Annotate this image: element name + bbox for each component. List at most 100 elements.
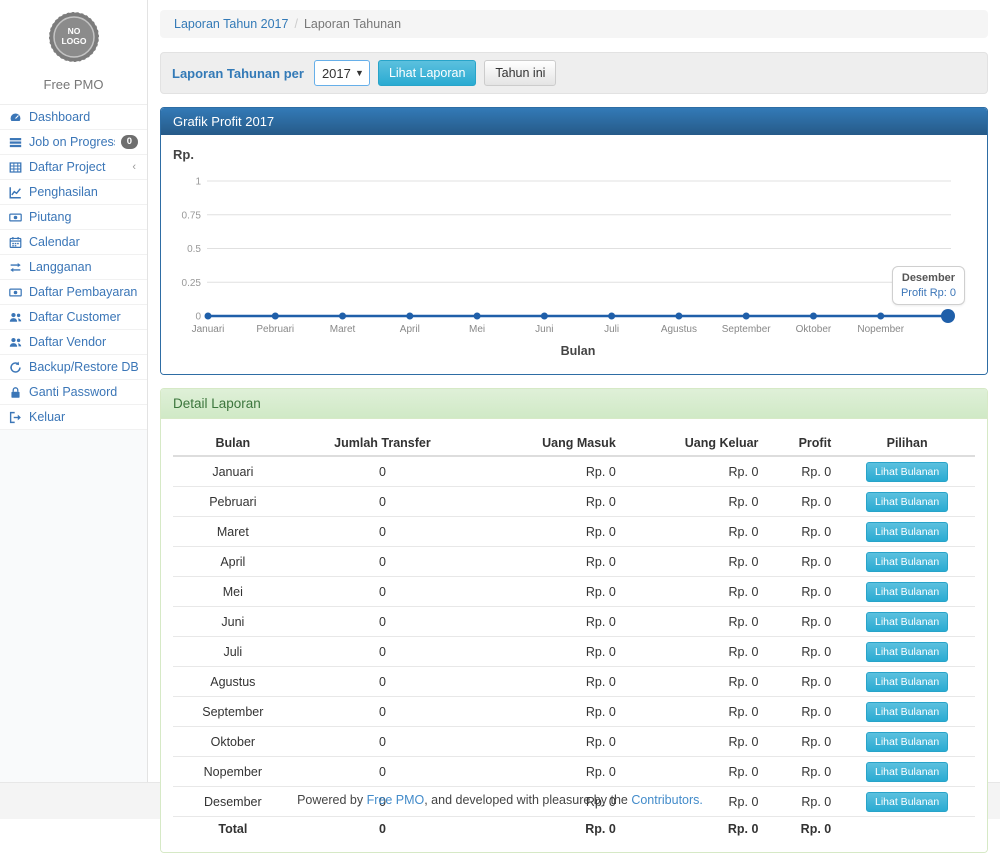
table-cell: Rp. 0: [766, 487, 839, 517]
sidebar-item-label: Backup/Restore DB: [29, 360, 138, 374]
lihat-bulanan-button[interactable]: Lihat Bulanan: [866, 552, 948, 572]
table-cell: Rp. 0: [766, 667, 839, 697]
svg-text:0: 0: [195, 312, 201, 323]
monthly-report-table: BulanJumlah TransferUang MasukUang Kelua…: [173, 431, 975, 840]
table-cell: Rp. 0: [766, 456, 839, 487]
svg-text:September: September: [722, 324, 772, 335]
sidebar-item-keluar[interactable]: Keluar: [0, 405, 147, 430]
lihat-bulanan-button[interactable]: Lihat Bulanan: [866, 792, 948, 812]
table-row-september: September0Rp. 0Rp. 0Rp. 0Lihat Bulanan: [173, 697, 975, 727]
lihat-bulanan-button[interactable]: Lihat Bulanan: [866, 582, 948, 602]
table-cell: Rp. 0: [472, 607, 624, 637]
sidebar-item-langganan[interactable]: Langganan: [0, 255, 147, 280]
app-window: NO LOGO Free PMO DashboardJob on Progres…: [0, 0, 1000, 782]
count-badge: 0: [121, 135, 138, 149]
table-row-agustus: Agustus0Rp. 0Rp. 0Rp. 0Lihat Bulanan: [173, 667, 975, 697]
year-select[interactable]: 2017 ▼: [314, 60, 370, 86]
report-filter-bar: Laporan Tahunan per 2017 ▼ Lihat Laporan…: [160, 52, 988, 94]
dashboard-icon: [9, 110, 23, 124]
sidebar-item-label: Calendar: [29, 235, 138, 249]
sidebar-item-job-on-progress[interactable]: Job on Progress0: [0, 130, 147, 155]
sidebar-item-calendar[interactable]: Calendar: [0, 230, 147, 255]
footer-text-middle: , and developed with pleasure by the: [424, 793, 631, 807]
table-cell: Rp. 0: [766, 637, 839, 667]
lihat-bulanan-button[interactable]: Lihat Bulanan: [866, 612, 948, 632]
sidebar-item-penghasilan[interactable]: Penghasilan: [0, 180, 147, 205]
table-row-mei: Mei0Rp. 0Rp. 0Rp. 0Lihat Bulanan: [173, 577, 975, 607]
table-cell: Nopember: [173, 757, 293, 787]
table-cell-action: Lihat Bulanan: [839, 577, 975, 607]
line-chart-icon: [9, 185, 23, 199]
table-cell-action: Lihat Bulanan: [839, 637, 975, 667]
table-cell-total: 0: [293, 817, 473, 841]
table-row-juni: Juni0Rp. 0Rp. 0Rp. 0Lihat Bulanan: [173, 607, 975, 637]
sidebar-item-ganti-password[interactable]: Ganti Password: [0, 380, 147, 405]
lihat-bulanan-button[interactable]: Lihat Bulanan: [866, 492, 948, 512]
lihat-bulanan-button[interactable]: Lihat Bulanan: [866, 642, 948, 662]
breadcrumb-current: Laporan Tahunan: [304, 17, 401, 31]
lock-icon: [9, 385, 23, 399]
logo-text-line2: LOGO: [61, 36, 86, 46]
table-cell: 0: [293, 757, 473, 787]
table-cell-action: Lihat Bulanan: [839, 697, 975, 727]
table-cell: 0: [293, 667, 473, 697]
table-cell: 0: [293, 487, 473, 517]
column-header-uang-masuk: Uang Masuk: [472, 431, 624, 456]
table-cell: Rp. 0: [624, 697, 767, 727]
footer-link-contributors[interactable]: Contributors.: [631, 793, 703, 807]
column-header-pilihan: Pilihan: [839, 431, 975, 456]
svg-text:Rp.: Rp.: [173, 147, 194, 162]
table-row-april: April0Rp. 0Rp. 0Rp. 0Lihat Bulanan: [173, 547, 975, 577]
svg-text:Agustus: Agustus: [661, 324, 697, 335]
svg-text:Juli: Juli: [604, 324, 619, 335]
table-cell: 0: [293, 607, 473, 637]
table-cell-action: Lihat Bulanan: [839, 547, 975, 577]
detail-panel-body: BulanJumlah TransferUang MasukUang Kelua…: [161, 419, 987, 852]
breadcrumb-separator: /: [288, 17, 303, 31]
lihat-bulanan-button[interactable]: Lihat Bulanan: [866, 462, 948, 482]
table-cell: Rp. 0: [766, 517, 839, 547]
table-cell: Rp. 0: [624, 456, 767, 487]
sidebar-item-daftar-pembayaran[interactable]: Daftar Pembayaran: [0, 280, 147, 305]
table-cell: Rp. 0: [624, 517, 767, 547]
table-cell-total: Rp. 0: [766, 817, 839, 841]
lihat-bulanan-button[interactable]: Lihat Bulanan: [866, 522, 948, 542]
table-cell: Rp. 0: [624, 727, 767, 757]
table-cell: Rp. 0: [766, 727, 839, 757]
sidebar-menu: Dashboard Job on Progress0Daftar Project‹…: [0, 104, 147, 430]
table-row-juli: Juli0Rp. 0Rp. 0Rp. 0Lihat Bulanan: [173, 637, 975, 667]
table-cell: Rp. 0: [766, 697, 839, 727]
lihat-bulanan-button[interactable]: Lihat Bulanan: [866, 732, 948, 752]
lihat-bulanan-button[interactable]: Lihat Bulanan: [866, 702, 948, 722]
sidebar-item-backup-restore-db[interactable]: Backup/Restore DB: [0, 355, 147, 380]
table-cell: Oktober: [173, 727, 293, 757]
table-cell-action: Lihat Bulanan: [839, 607, 975, 637]
table-cell: April: [173, 547, 293, 577]
sidebar-item-label: Dashboard: [29, 110, 138, 124]
sidebar-item-label: Keluar: [29, 410, 138, 424]
lihat-bulanan-button[interactable]: Lihat Bulanan: [866, 672, 948, 692]
column-header-jumlah-transfer: Jumlah Transfer: [293, 431, 473, 456]
sidebar-item-daftar-vendor[interactable]: Daftar Vendor: [0, 330, 147, 355]
profit-line-chart: Rp.Bulan00.250.50.751JanuariPebruariMare…: [161, 135, 987, 374]
detail-panel-title: Detail Laporan: [161, 389, 987, 419]
table-cell-total: Rp. 0: [472, 817, 624, 841]
table-cell: Rp. 0: [766, 757, 839, 787]
svg-text:Nopember: Nopember: [857, 324, 904, 335]
table-row-januari: Januari0Rp. 0Rp. 0Rp. 0Lihat Bulanan: [173, 456, 975, 487]
table-cell-total: [839, 817, 975, 841]
footer-link-freepmo[interactable]: Free PMO: [367, 793, 425, 807]
sidebar-item-dashboard[interactable]: Dashboard: [0, 105, 147, 130]
table-cell: Rp. 0: [766, 787, 839, 817]
lihat-bulanan-button[interactable]: Lihat Bulanan: [866, 762, 948, 782]
tahun-ini-button[interactable]: Tahun ini: [484, 60, 556, 86]
table-cell: Rp. 0: [472, 456, 624, 487]
sidebar-item-daftar-project[interactable]: Daftar Project‹: [0, 155, 147, 180]
sidebar-item-daftar-customer[interactable]: Daftar Customer: [0, 305, 147, 330]
sidebar: NO LOGO Free PMO DashboardJob on Progres…: [0, 0, 148, 782]
lihat-laporan-button[interactable]: Lihat Laporan: [378, 60, 476, 86]
breadcrumb-link-laporan-tahun[interactable]: Laporan Tahun 2017: [174, 17, 288, 31]
table-cell: Rp. 0: [472, 487, 624, 517]
tooltip-value: Profit Rp: 0: [901, 287, 956, 299]
sidebar-item-piutang[interactable]: Piutang: [0, 205, 147, 230]
